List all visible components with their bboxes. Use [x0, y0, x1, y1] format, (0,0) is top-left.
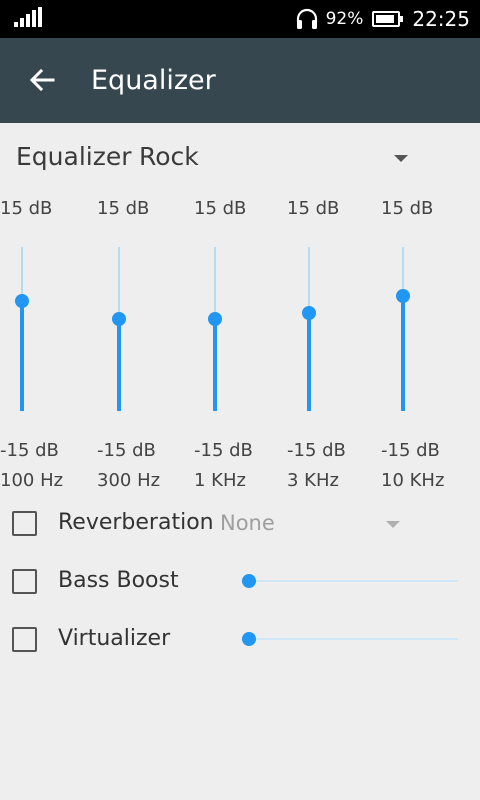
- band-min-label: -15 dB: [287, 440, 346, 461]
- status-bar: 92% 22:25: [0, 0, 480, 38]
- band-min-label: -15 dB: [381, 440, 440, 461]
- slider-thumb[interactable]: [242, 632, 256, 646]
- band-100hz: 15 dB -15 dB 100 Hz: [0, 195, 80, 495]
- band-max-label: 15 dB: [194, 198, 247, 219]
- slider-fill: [117, 319, 121, 411]
- virtualizer-row: Virtualizer: [0, 615, 480, 665]
- battery-percent: 92%: [325, 9, 364, 29]
- slider-track: [242, 638, 458, 640]
- slider-thumb[interactable]: [15, 294, 29, 308]
- band-min-label: -15 dB: [97, 440, 156, 461]
- band-slider[interactable]: [109, 247, 129, 411]
- preset-label: Equalizer: [16, 142, 132, 171]
- band-max-label: 15 dB: [381, 198, 434, 219]
- band-frequency-label: 3 KHz: [287, 470, 339, 491]
- band-slider[interactable]: [205, 247, 225, 411]
- slider-thumb[interactable]: [396, 289, 410, 303]
- band-max-label: 15 dB: [97, 198, 150, 219]
- slider-thumb[interactable]: [242, 574, 256, 588]
- band-frequency-label: 100 Hz: [0, 470, 64, 491]
- band-1khz: 15 dB -15 dB 1 KHz: [194, 195, 274, 495]
- reverberation-checkbox[interactable]: [12, 511, 37, 536]
- band-slider[interactable]: [12, 247, 32, 411]
- reverberation-label: Reverberation: [58, 510, 214, 535]
- headset-icon: [296, 8, 317, 29]
- band-min-label: -15 dB: [194, 440, 253, 461]
- slider-fill: [20, 301, 24, 411]
- page-title: Equalizer: [91, 65, 216, 96]
- band-max-label: 15 dB: [0, 198, 53, 219]
- band-frequency-label: 1 KHz: [194, 470, 246, 491]
- bass-boost-row: Bass Boost: [0, 557, 480, 607]
- band-min-label: -15 dB: [0, 440, 59, 461]
- signal-icon: [14, 7, 42, 27]
- band-frequency-label: 300 Hz: [97, 470, 161, 491]
- app-bar: Equalizer: [0, 38, 480, 123]
- preset-value: Rock: [139, 142, 199, 171]
- bass-boost-checkbox[interactable]: [12, 569, 37, 594]
- arrow-back-icon: [29, 68, 55, 92]
- dropdown-arrow-icon: [394, 155, 408, 162]
- band-slider[interactable]: [299, 247, 319, 411]
- virtualizer-slider[interactable]: [242, 631, 458, 647]
- battery-icon: [372, 11, 404, 27]
- slider-fill: [213, 319, 217, 411]
- reverberation-value: None: [220, 511, 275, 535]
- band-300hz: 15 dB -15 dB 300 Hz: [97, 195, 177, 495]
- reverberation-row: Reverberation None: [0, 499, 480, 549]
- preset-dropdown[interactable]: Equalizer Rock: [0, 130, 420, 186]
- band-slider[interactable]: [393, 247, 413, 411]
- virtualizer-label: Virtualizer: [58, 626, 171, 651]
- slider-fill: [401, 296, 405, 411]
- slider-thumb[interactable]: [302, 306, 316, 320]
- slider-thumb[interactable]: [112, 312, 126, 326]
- back-button[interactable]: [22, 60, 62, 100]
- bass-boost-slider[interactable]: [242, 573, 458, 589]
- band-3khz: 15 dB -15 dB 3 KHz: [287, 195, 367, 495]
- slider-thumb[interactable]: [208, 312, 222, 326]
- slider-track: [242, 580, 458, 582]
- clock: 22:25: [412, 7, 470, 31]
- dropdown-arrow-icon: [386, 521, 400, 528]
- band-10khz: 15 dB -15 dB 10 KHz: [381, 195, 461, 495]
- virtualizer-checkbox[interactable]: [12, 627, 37, 652]
- band-max-label: 15 dB: [287, 198, 340, 219]
- band-frequency-label: 10 KHz: [381, 470, 445, 491]
- bass-boost-label: Bass Boost: [58, 568, 179, 593]
- slider-fill: [307, 313, 311, 411]
